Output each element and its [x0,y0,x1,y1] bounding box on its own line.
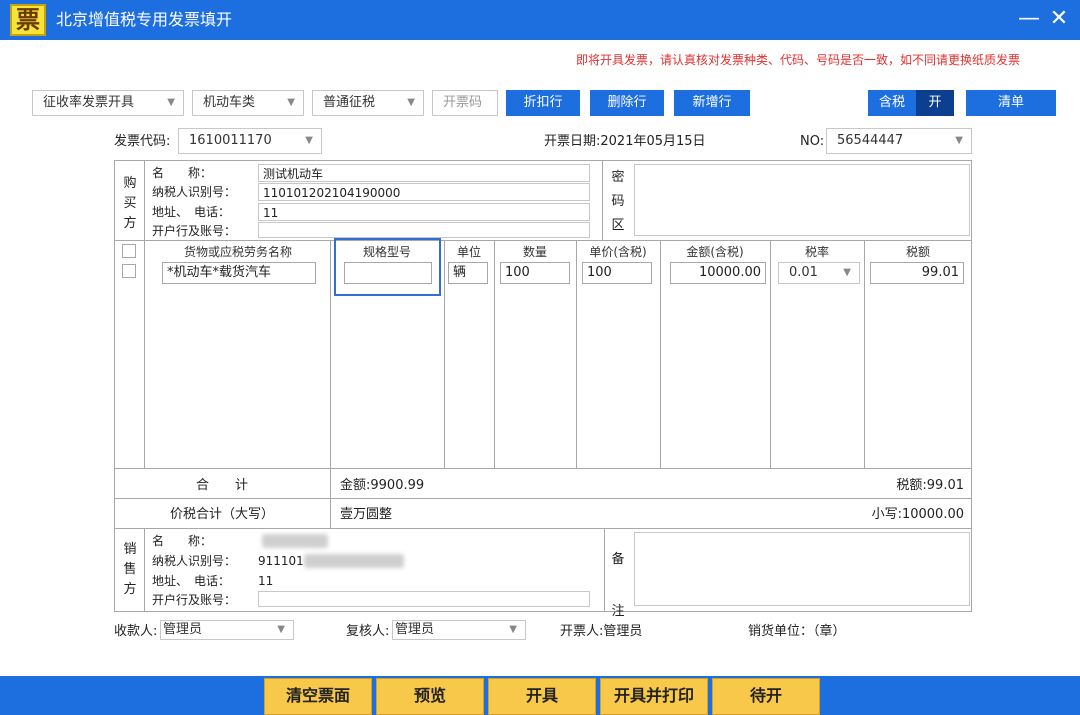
discount-row-button[interactable]: 折扣行 [506,90,580,116]
col-header-qty: 数量 [522,245,547,259]
total-upper: 壹万圆整 [340,507,393,522]
chevron-down-icon: ▼ [843,267,851,278]
col-header-tax: 税额 [905,245,930,259]
seller-name-redacted [262,534,328,548]
seller-address: 11 [258,574,274,588]
clear-form-button[interactable]: 清空票面 [264,678,372,715]
seller-taxid: 911101 [258,554,304,568]
issuer: 开票人:管理员 [560,624,643,639]
row-checkbox[interactable] [122,244,136,258]
item-rate-select[interactable]: 0.01 ▼ [778,262,860,284]
window-title: 北京增值税专用发票填开 [56,10,233,29]
issue-print-button[interactable]: 开具并打印 [600,678,708,715]
invoice-code-input[interactable]: 开票码 [432,90,498,116]
col-header-amount: 金额(含税) [686,245,744,259]
col-header-rate: 税率 [804,245,829,259]
seller-bank-input[interactable] [258,591,590,607]
chevron-down-icon: ▼ [167,97,175,108]
seller-section-label: 销售方 [123,542,137,597]
tax-inclusive-toggle[interactable]: 开 [916,90,954,116]
item-unit-input[interactable]: 辆 [448,262,488,284]
col-header-unit: 单位 [456,245,481,259]
chevron-down-icon: ▼ [407,97,415,108]
invoice-code-select[interactable]: 1610011170 ▼ [178,128,322,154]
seller-taxid-redacted [304,554,404,568]
add-row-button[interactable]: 新增行 [674,90,750,116]
remark-label: 备注 [611,552,625,619]
col-header-name: 货物或应税劳务名称 [183,245,292,259]
vehicle-select[interactable]: 机动车类 ▼ [192,90,304,116]
buyer-name-input[interactable]: 测试机动车 [258,164,590,182]
item-name-input[interactable]: *机动车*载货汽车 [162,262,316,284]
item-tax-input[interactable]: 99.01 [870,262,964,284]
item-qty-input[interactable]: 100 [500,262,570,284]
seller-stamp: 销货单位：（章） [748,624,846,639]
invoice-no-select[interactable]: 56544447 ▼ [826,128,972,154]
chevron-down-icon: ▼ [287,97,295,108]
preview-button[interactable]: 预览 [376,678,484,715]
remark-textarea[interactable] [634,532,970,606]
item-price-input[interactable]: 100 [582,262,652,284]
cipher-area [634,164,970,236]
sum-label: 合 计 [195,478,248,493]
item-amount-input[interactable]: 10000.00 [670,262,766,284]
buyer-taxid-input[interactable]: 110101202104190000 [258,183,590,201]
reviewer-select[interactable]: 管理员 ▼ [392,620,526,640]
total-label: 价税合计（大写） [169,507,274,522]
pending-button[interactable]: 待开 [712,678,820,715]
chevron-down-icon: ▼ [955,135,963,146]
tax-type-select[interactable]: 普通征税 ▼ [312,90,424,116]
row-checkbox[interactable] [122,264,136,278]
tax-inclusive-label: 含税 [868,90,916,116]
list-button[interactable]: 清单 [966,90,1056,116]
item-spec-input[interactable] [344,262,432,284]
delete-row-button[interactable]: 删除行 [590,90,664,116]
invoice-no-label: NO: [800,134,825,149]
buyer-bank-input[interactable] [258,222,590,238]
chevron-down-icon: ▼ [509,624,517,635]
warning-notice: 即将开具发票，请认真核对发票种类、代码、号码是否一致，如不同请更换纸质发票 [575,53,1020,67]
issue-button[interactable]: 开具 [488,678,596,715]
payee-select[interactable]: 管理员 ▼ [160,620,294,640]
total-lower: 小写:10000.00 [871,507,964,522]
buyer-address-input[interactable]: 11 [258,203,590,221]
cipher-area-label: 密码区 [611,170,625,233]
invoice-date: 开票日期:2021年05月15日 [544,134,706,149]
chevron-down-icon: ▼ [305,135,313,146]
col-header-price: 单价(含税) [589,245,647,259]
mode-select[interactable]: 征收率发票开具 ▼ [32,90,184,116]
sum-tax: 税额:99.01 [896,478,964,493]
chevron-down-icon: ▼ [277,624,285,635]
invoice-code-label: 发票代码: [114,134,171,149]
sum-amount: 金额:9900.99 [340,478,425,493]
minimize-button[interactable]: — [1016,6,1042,32]
buyer-section-label: 购买方 [123,176,137,231]
invoice-logo-icon: 票 [10,4,46,36]
close-button[interactable]: ✕ [1046,6,1072,32]
